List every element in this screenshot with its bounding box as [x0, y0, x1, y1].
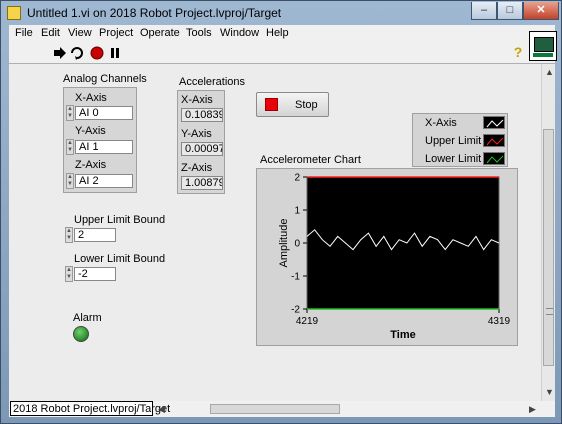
stop-led-icon: [265, 98, 278, 111]
menu-help[interactable]: Help: [266, 27, 289, 39]
status-bar: 2018 Robot Project.lvproj/Target ◀ ▶: [9, 401, 555, 417]
y-tick-label: -1: [291, 272, 300, 283]
legend-item-lower-limit[interactable]: Lower Limit: [413, 150, 509, 168]
chart-title: Accelerometer Chart: [260, 154, 361, 166]
title-bar[interactable]: Untitled 1.vi on 2018 Robot Project.lvpr…: [1, 1, 561, 25]
y-tick-label: 0: [294, 239, 300, 250]
accel-z-value: 1.00879: [181, 176, 223, 190]
menu-window[interactable]: Window: [220, 27, 259, 39]
vertical-scroll-thumb[interactable]: [543, 129, 554, 366]
upper-limit-spinner[interactable]: ▲ ▼: [65, 227, 73, 243]
analog-y-label: Y-Axis: [75, 125, 106, 137]
lower-limit-label: Lower Limit Bound: [74, 253, 166, 265]
stop-button-label: Stop: [295, 99, 318, 111]
abort-icon[interactable]: [90, 46, 104, 60]
accel-x-value: 0.108398: [181, 108, 223, 122]
scroll-right-arrow-icon[interactable]: ▶: [529, 404, 536, 414]
alarm-label: Alarm: [73, 312, 102, 324]
analog-channels-label: Analog Channels: [63, 73, 147, 85]
y-axis-label: Amplitude: [278, 219, 290, 268]
lower-limit-field[interactable]: -2: [74, 267, 116, 281]
x-axis-label: Time: [390, 329, 415, 341]
chart-legend[interactable]: X-Axis Upper Limit Lower Limit: [412, 113, 508, 167]
legend-swatch-upper-limit: [483, 134, 505, 147]
x-tick-label: 4319: [488, 316, 511, 327]
legend-item-x-axis[interactable]: X-Axis: [413, 114, 509, 132]
context-help-icon[interactable]: ?: [511, 45, 525, 59]
x-tick-label: 4219: [296, 316, 319, 327]
legend-swatch-lower-limit: [483, 152, 505, 165]
analog-z-channel-field[interactable]: AI 2: [75, 174, 133, 188]
upper-limit-field[interactable]: 2: [74, 228, 116, 242]
menu-tools[interactable]: Tools: [186, 27, 212, 39]
vertical-scrollbar[interactable]: ▲ ▼: [541, 64, 555, 401]
legend-swatch-x-axis: [483, 116, 505, 129]
accel-z-label: Z-Axis: [181, 162, 213, 174]
y-tick-label: 2: [294, 173, 300, 184]
legend-item-upper-limit[interactable]: Upper Limit: [413, 132, 509, 150]
analog-x-channel-field[interactable]: AI 0: [75, 106, 133, 120]
scroll-left-arrow-icon[interactable]: ◀: [158, 404, 165, 414]
maximize-button[interactable]: □: [497, 2, 523, 20]
y-tick-label: -2: [291, 305, 300, 316]
menu-project[interactable]: Project: [99, 27, 133, 39]
y-tick-label: 1: [294, 206, 300, 217]
accel-y-value: 0.000976: [181, 142, 223, 156]
stop-button[interactable]: Stop: [256, 92, 329, 117]
labview-window: Untitled 1.vi on 2018 Robot Project.lvpr…: [0, 0, 562, 424]
window-title: Untitled 1.vi on 2018 Robot Project.lvpr…: [27, 6, 282, 20]
accel-x-label: X-Axis: [181, 94, 213, 106]
legend-label-upper-limit: Upper Limit: [425, 135, 482, 147]
plot-area: [306, 176, 500, 310]
upper-limit-label: Upper Limit Bound: [74, 214, 166, 226]
menu-file[interactable]: File: [15, 27, 33, 39]
menu-operate[interactable]: Operate: [140, 27, 180, 39]
analog-x-label: X-Axis: [75, 92, 107, 104]
lower-limit-spinner[interactable]: ▲ ▼: [65, 266, 73, 282]
accelerometer-chart[interactable]: 2 1 0 -1 -2 4219 4319 Time Amplitude: [256, 168, 518, 346]
legend-label-lower-limit: Lower Limit: [425, 153, 482, 165]
analog-y-channel-spinner[interactable]: ▲ ▼: [66, 139, 74, 155]
pause-icon[interactable]: [108, 46, 122, 60]
horizontal-scroll-thumb[interactable]: [210, 404, 340, 414]
chart-canvas: 2 1 0 -1 -24219 4319 Time Amplitude: [278, 173, 511, 342]
toolbar: ?: [9, 31, 557, 63]
analog-x-channel-spinner[interactable]: ▲ ▼: [66, 105, 74, 121]
analog-z-label: Z-Axis: [75, 159, 107, 171]
menu-bar: File Edit View Project Operate Tools Win…: [9, 25, 555, 43]
analog-z-channel-spinner[interactable]: ▲ ▼: [66, 173, 74, 189]
menu-edit[interactable]: Edit: [41, 27, 60, 39]
run-continuously-icon[interactable]: [70, 46, 84, 60]
scroll-down-arrow-icon[interactable]: ▼: [545, 387, 554, 397]
vi-connector-icon[interactable]: [529, 31, 557, 61]
accelerations-label: Accelerations: [179, 76, 246, 88]
alarm-led-icon: [73, 326, 89, 342]
menu-view[interactable]: View: [68, 27, 92, 39]
analog-y-channel-field[interactable]: AI 1: [75, 140, 133, 154]
accel-y-label: Y-Axis: [181, 128, 212, 140]
run-arrow-icon[interactable]: [53, 46, 67, 60]
scroll-up-arrow-icon[interactable]: ▲: [545, 67, 554, 77]
minimize-button[interactable]: –: [471, 2, 497, 20]
project-target-path[interactable]: 2018 Robot Project.lvproj/Target: [10, 401, 170, 416]
legend-label-x-axis: X-Axis: [425, 117, 457, 129]
close-button[interactable]: ✕: [523, 2, 559, 20]
vi-app-icon: [7, 6, 21, 20]
